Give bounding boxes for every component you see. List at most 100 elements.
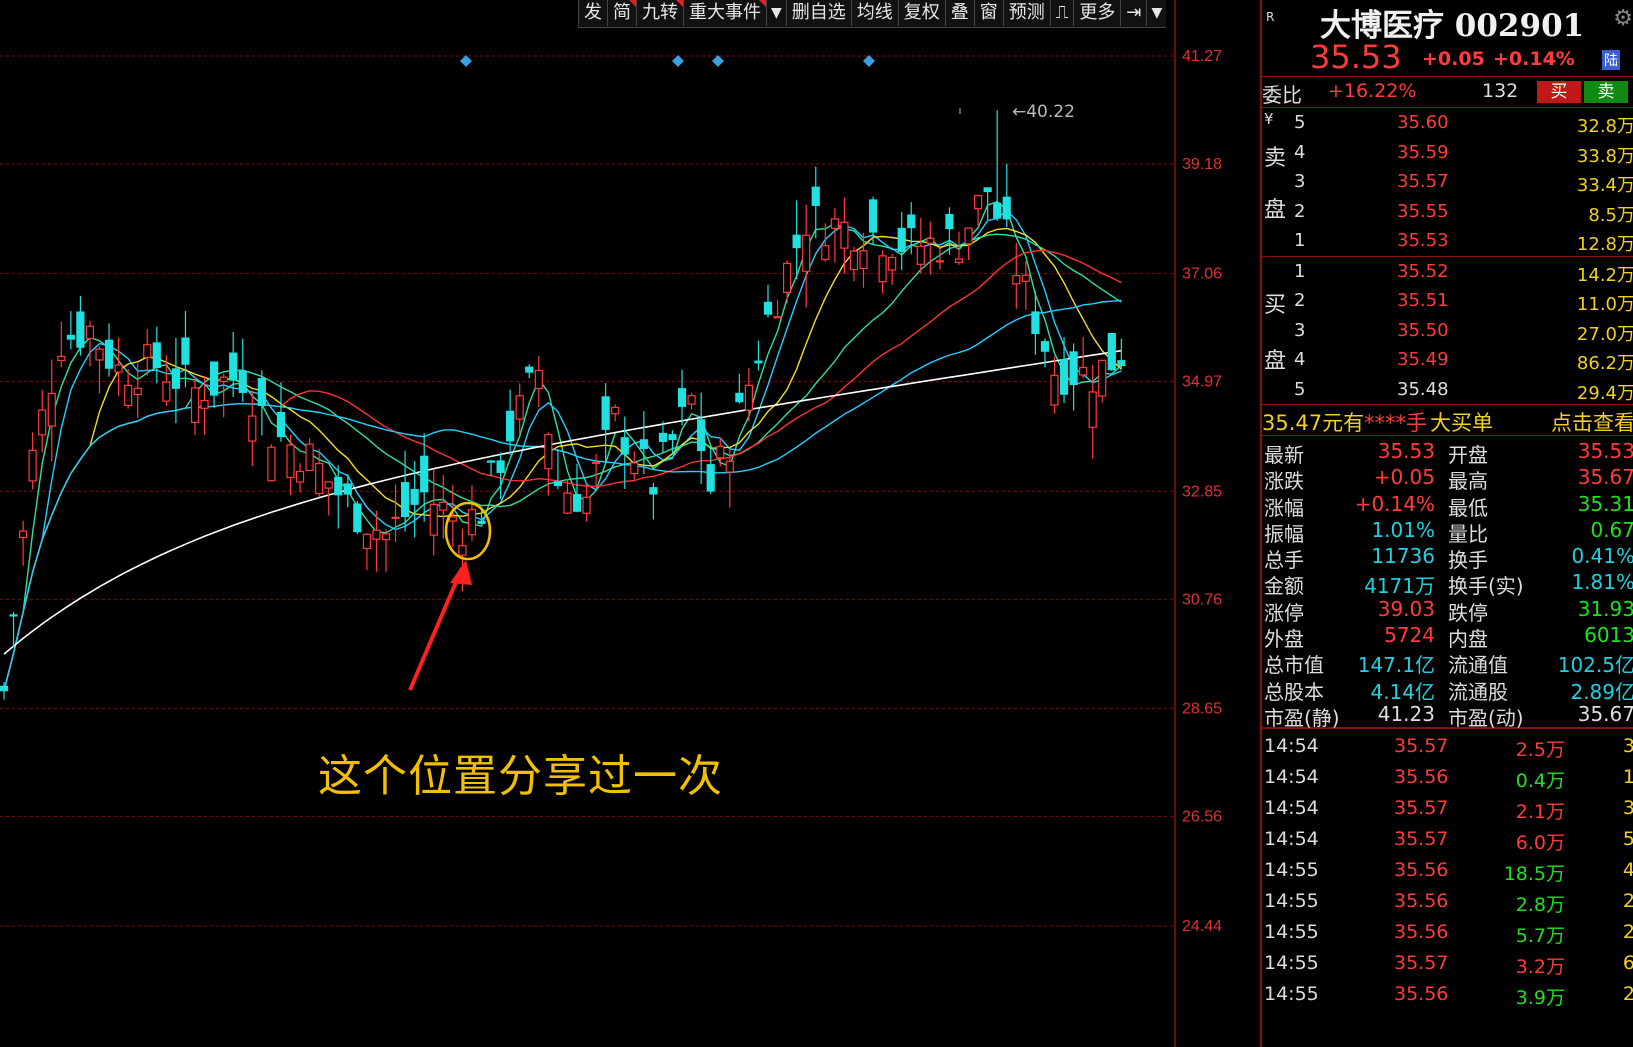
- big-order-view-link[interactable]: 点击查看: [1551, 407, 1633, 437]
- candle-body: [267, 446, 276, 482]
- candle-body: [448, 516, 457, 522]
- ma90-line: [3, 299, 1122, 691]
- asks-row[interactable]: 2 35.55 8.5万: [1262, 197, 1633, 227]
- candle-body: [945, 213, 954, 230]
- buy-button[interactable]: 买: [1537, 81, 1581, 103]
- asks-price: 35.55: [1397, 200, 1449, 222]
- ma60-line: [3, 249, 1122, 691]
- candle-body: [1098, 359, 1107, 397]
- price-change-pct: +0.14%: [1493, 48, 1575, 70]
- candle-body: [57, 355, 66, 362]
- candle-body: [1059, 358, 1069, 395]
- toolbar-button-13[interactable]: ⇥: [1120, 0, 1146, 26]
- bids-side-label: 买: [1264, 292, 1287, 318]
- candle-body: [840, 221, 849, 249]
- toolbar-button-1[interactable]: 简: [607, 0, 636, 26]
- bids-row[interactable]: 3 35.50 27.0万: [1262, 316, 1633, 346]
- asks-volume: 33.8万: [1576, 145, 1633, 167]
- ma20-line: [3, 227, 1122, 691]
- tick-price: 35.56: [1394, 859, 1449, 882]
- stat-value: 31.93: [1577, 596, 1633, 621]
- big-order-price: 35.47元有: [1262, 411, 1365, 435]
- tick-price: 35.57: [1394, 735, 1449, 758]
- candle-body: [85, 325, 95, 340]
- toolbar-button-0[interactable]: 发: [578, 0, 607, 26]
- stat-row: 涨幅 +0.14% 最低 35.31: [1262, 491, 1633, 520]
- asks-row[interactable]: 3 35.57 33.4万: [1262, 167, 1633, 197]
- kline-chart[interactable]: 41.27 39.18 37.06 34.97 32.85 30.76 28.65 26.56…: [0, 0, 1260, 1047]
- sell-button[interactable]: 卖: [1584, 81, 1628, 103]
- asks-row[interactable]: 1 35.53 12.8万: [1262, 226, 1633, 256]
- event-marker-icon: [863, 55, 875, 67]
- weibi-label: 委比: [1262, 83, 1302, 107]
- bids-volume: 11.0万: [1576, 294, 1633, 315]
- candle-body: [763, 301, 773, 315]
- toolbar-button-6[interactable]: 均线: [850, 0, 898, 26]
- candle-body: [868, 199, 878, 233]
- toolbar-button-8[interactable]: 叠: [944, 0, 974, 26]
- candle-body: [315, 462, 324, 495]
- big-order-row[interactable]: 35.47元有 ****手 大买单 点击查看: [1262, 405, 1633, 436]
- ma30-line: [3, 233, 1122, 691]
- stat-value: 6013: [1584, 623, 1633, 648]
- toolbar-button-10[interactable]: 预测: [1002, 0, 1050, 26]
- tick-volume: 0.4万: [1515, 770, 1565, 793]
- price-axis-tick: 37.06: [1182, 266, 1222, 283]
- asks-row[interactable]: 4 35.59 33.8万: [1262, 138, 1633, 168]
- candle-body: [362, 533, 371, 550]
- bids-row[interactable]: 2 35.51 11.0万: [1262, 286, 1633, 316]
- stat-value: +0.14%: [1354, 491, 1435, 516]
- bids-row[interactable]: 5 35.48 29.4万: [1262, 375, 1633, 405]
- tick-extra: 6: [1622, 952, 1633, 975]
- stock-header: R 大博医疗 002901 ⚙: [1262, 0, 1633, 44]
- toolbar-button-14[interactable]: ▼: [1146, 0, 1166, 26]
- gear-icon[interactable]: ⚙: [1613, 6, 1633, 31]
- toolbar-button-7[interactable]: 复权: [897, 0, 945, 26]
- bids-row[interactable]: 4 35.49 86.2万: [1262, 345, 1633, 375]
- bids-row[interactable]: 1 35.52 14.2万: [1262, 257, 1633, 287]
- tick-row: 14:54 35.57 6.0万 5: [1262, 826, 1633, 857]
- tick-extra: 3: [1622, 735, 1633, 758]
- candle-body: [200, 400, 209, 409]
- candle-body: [716, 445, 725, 459]
- candle-body: [152, 342, 161, 369]
- bids-price: 35.50: [1397, 319, 1449, 341]
- tick-extra: 2: [1622, 983, 1633, 1006]
- kline-chart-area[interactable]: 41.27 39.18 37.06 34.97 32.85 30.76 28.65 26.56…: [0, 0, 1260, 1047]
- tick-time: 14:54: [1264, 828, 1319, 851]
- toolbar-button-4[interactable]: ▼: [766, 0, 786, 26]
- candle-body: [324, 481, 333, 489]
- candle-body: [1088, 391, 1097, 428]
- tick-volume: 5.7万: [1515, 925, 1565, 948]
- toolbar-button-2[interactable]: 九转: [636, 0, 683, 26]
- bids-price: 35.48: [1397, 378, 1449, 400]
- candle-body: [47, 392, 56, 427]
- candle-body: [830, 218, 839, 229]
- candle-body: [162, 381, 171, 402]
- candle-body: [1117, 360, 1126, 367]
- tick-price: 35.56: [1394, 890, 1449, 913]
- asks-price: 35.53: [1397, 230, 1449, 251]
- bid-book: 1 35.52 14.2万 2 35.51 11.0万 3 35.50 27.0万 4 35.49 8…: [1262, 257, 1633, 405]
- candle-body: [28, 449, 37, 482]
- candle-body: [534, 369, 543, 390]
- asks-row[interactable]: 5 35.60 32.8万: [1262, 108, 1633, 138]
- bids-level: 4: [1294, 349, 1306, 370]
- chart-toolbar: 发简九转 重大事件 ▼ 删自选 均线 复权叠窗预测 ⎍ 更多 ⇥ ▼: [578, 0, 1167, 28]
- price-axis-tick: 30.76: [1182, 591, 1222, 608]
- toolbar-button-11[interactable]: ⎍: [1049, 0, 1074, 26]
- toolbar-button-3[interactable]: 重大事件: [683, 0, 766, 26]
- bids-level: 1: [1294, 260, 1306, 282]
- stat-value: 35.31: [1577, 491, 1633, 516]
- toolbar-button-5[interactable]: 删自选: [785, 0, 851, 26]
- toolbar-button-12[interactable]: 更多: [1073, 0, 1120, 26]
- candle-body: [114, 364, 123, 373]
- tick-list: 14:54 35.57 2.5万 3 14:54 35.56 0.4万 1 14:54 35.57…: [1262, 729, 1633, 1012]
- asks-volume: 12.8万: [1576, 234, 1633, 255]
- candle-body: [859, 250, 868, 270]
- tick-extra: 2: [1622, 921, 1633, 944]
- toolbar-button-9[interactable]: 窗: [973, 0, 1003, 26]
- asks-volume: 32.8万: [1576, 116, 1633, 137]
- price-row: 35.53 +0.05 +0.14% 陆: [1262, 36, 1633, 77]
- last-price: 35.53: [1310, 38, 1402, 76]
